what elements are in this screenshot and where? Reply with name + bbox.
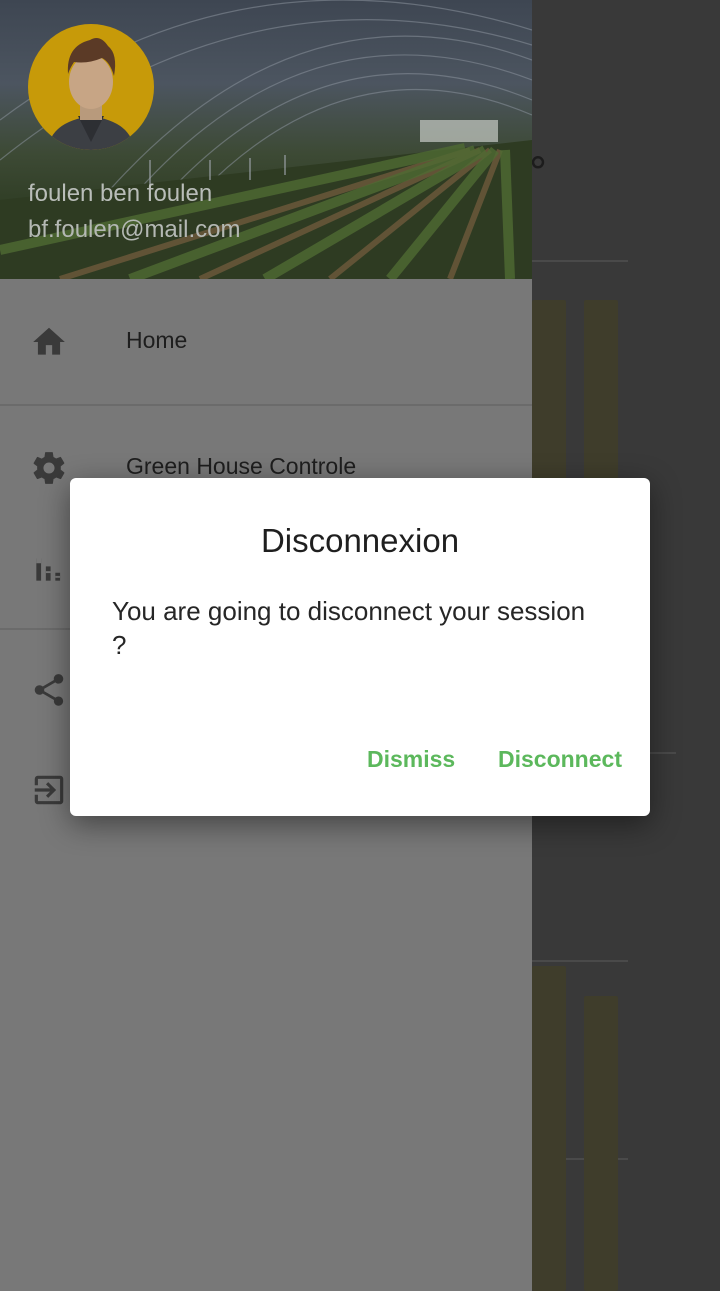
dialog-title: Disconnexion	[260, 522, 460, 559]
dismiss-button[interactable]: Dismiss	[367, 746, 455, 773]
dialog-message: You are going to disconnect your session…	[112, 596, 586, 660]
user-email: bf.foulen@mail.com	[28, 216, 241, 243]
background-chart-bar	[532, 966, 566, 1291]
background-divider	[532, 960, 628, 962]
stats-icon	[36, 558, 61, 581]
drawer-item-home[interactable]: Home	[0, 279, 532, 405]
drawer-item-label: Green House Controle	[126, 453, 357, 479]
background-chart-bar	[532, 300, 566, 480]
gear-icon	[33, 452, 65, 484]
user-name: foulen ben foulen	[28, 180, 213, 207]
user-avatar[interactable]	[28, 24, 154, 150]
home-icon	[33, 327, 65, 355]
background-chart-bar	[584, 996, 618, 1291]
disconnect-button[interactable]: Disconnect	[498, 746, 622, 773]
share-icon	[34, 674, 64, 706]
disconnect-dialog: Disconnexion You are going to disconnect…	[70, 478, 650, 816]
drawer-header: foulen ben foulen bf.foulen@mail.com	[0, 0, 532, 279]
background-chart-bar	[584, 300, 618, 480]
logout-icon	[34, 775, 64, 805]
person-icon	[48, 38, 134, 150]
background-divider	[532, 260, 628, 262]
drawer-item-label: Home	[126, 327, 188, 353]
